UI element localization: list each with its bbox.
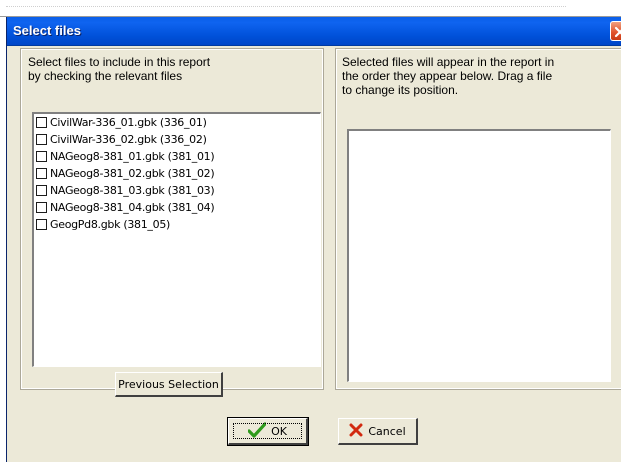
file-checklist[interactable]: CivilWar-336_01.gbk (336_01) CivilWar-33… [32,112,321,367]
file-name: CivilWar-336_01.gbk (336_01) [50,116,207,129]
close-button[interactable] [610,21,621,41]
file-name: NAGeog8-381_01.gbk (381_01) [50,150,215,163]
focus-rectangle [233,423,302,439]
file-list-item[interactable]: NAGeog8-381_04.gbk (381_04) [34,199,320,216]
file-name: NAGeog8-381_04.gbk (381_04) [50,201,215,214]
file-name: NAGeog8-381_03.gbk (381_03) [50,184,215,197]
dialog-title: Select files [13,23,81,38]
cancel-button[interactable]: Cancel [338,418,418,445]
background-window-strip [0,0,621,17]
file-checkbox[interactable] [36,151,47,162]
file-checkbox[interactable] [36,117,47,128]
file-checkbox[interactable] [36,134,47,145]
file-list-item[interactable]: CivilWar-336_02.gbk (336_02) [34,131,320,148]
x-cross-icon [349,423,363,440]
previous-selection-button[interactable]: Previous Selection [115,372,223,397]
file-checkbox[interactable] [36,202,47,213]
selected-files-order-list[interactable] [347,129,611,382]
file-list-item[interactable]: CivilWar-336_01.gbk (336_01) [34,114,320,131]
file-name: GeogPd8.gbk (381_05) [50,218,171,231]
file-list-item[interactable]: GeogPd8.gbk (381_05) [34,216,320,233]
file-name: CivilWar-336_02.gbk (336_02) [50,133,207,146]
ok-button[interactable]: OK [227,417,309,446]
close-icon [614,26,621,38]
file-list-item[interactable]: NAGeog8-381_03.gbk (381_03) [34,182,320,199]
file-name: NAGeog8-381_02.gbk (381_02) [50,167,215,180]
dialog-titlebar[interactable]: Select files [7,17,621,46]
selection-instructions: Select files to include in this report b… [28,55,211,83]
previous-selection-label: Previous Selection [118,377,219,391]
background-text-fragment [6,0,566,7]
cancel-label: Cancel [368,424,406,438]
file-checkbox[interactable] [36,168,47,179]
file-list-item[interactable]: NAGeog8-381_02.gbk (381_02) [34,165,320,182]
file-checkbox[interactable] [36,185,47,196]
file-checkbox[interactable] [36,219,47,230]
order-instructions: Selected files will appear in the report… [342,55,555,97]
file-list-item[interactable]: NAGeog8-381_01.gbk (381_01) [34,148,320,165]
